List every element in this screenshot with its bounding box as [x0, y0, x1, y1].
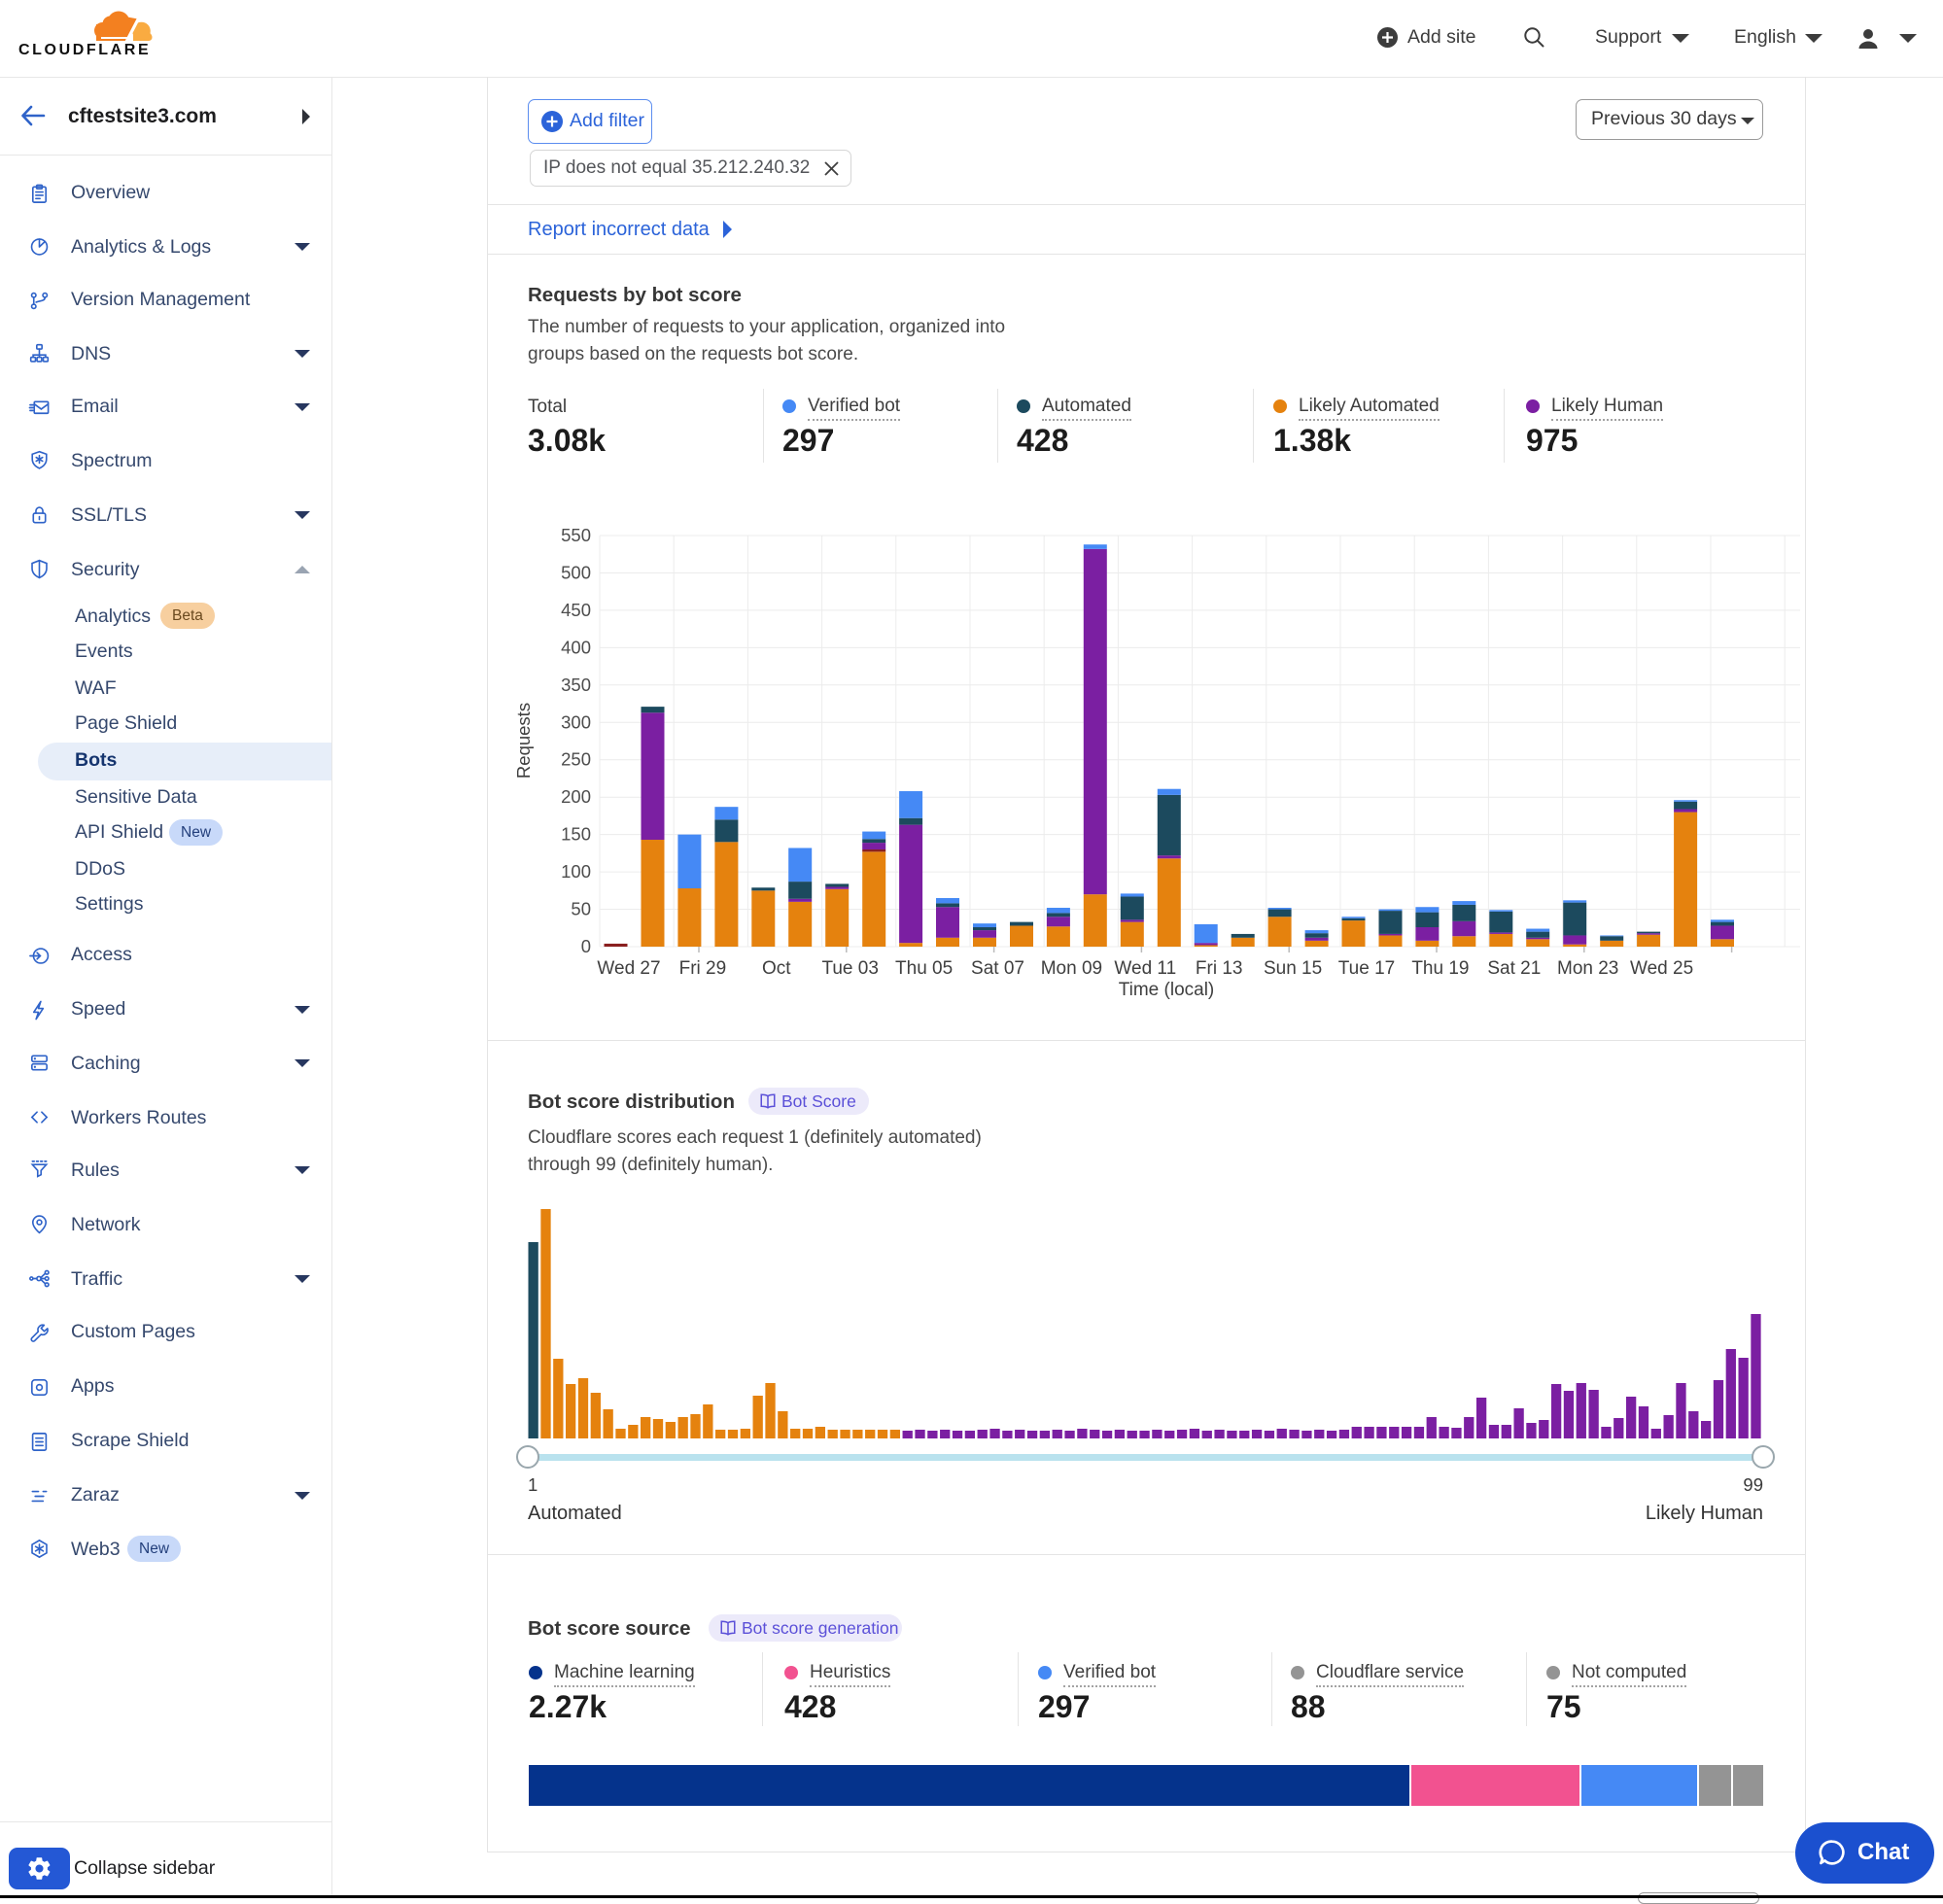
svg-text:Mon 23: Mon 23 — [1557, 958, 1618, 979]
svg-text:Requests: Requests — [513, 703, 534, 779]
svg-text:Tue 17: Tue 17 — [1338, 958, 1395, 979]
svg-text:550: 550 — [561, 525, 591, 545]
svg-text:500: 500 — [561, 563, 591, 583]
svg-text:Wed 11: Wed 11 — [1114, 958, 1176, 979]
svg-text:Fri 13: Fri 13 — [1196, 958, 1243, 979]
svg-text:Wed 25: Wed 25 — [1630, 958, 1693, 979]
svg-text:Tue 03: Tue 03 — [821, 958, 878, 979]
svg-text:Wed 27: Wed 27 — [597, 958, 660, 979]
svg-text:100: 100 — [561, 861, 591, 882]
svg-text:Oct: Oct — [762, 958, 791, 979]
svg-text:Mon 09: Mon 09 — [1041, 958, 1102, 979]
svg-text:0: 0 — [581, 936, 591, 956]
svg-text:450: 450 — [561, 600, 591, 620]
svg-text:300: 300 — [561, 711, 591, 732]
svg-text:Thu 19: Thu 19 — [1411, 958, 1469, 979]
svg-text:Fri 29: Fri 29 — [679, 958, 727, 979]
svg-text:Sat 07: Sat 07 — [971, 958, 1024, 979]
svg-text:350: 350 — [561, 675, 591, 695]
svg-text:200: 200 — [561, 786, 591, 807]
svg-text:50: 50 — [571, 899, 591, 919]
svg-text:Sun 15: Sun 15 — [1264, 958, 1322, 979]
svg-text:250: 250 — [561, 749, 591, 770]
svg-text:400: 400 — [561, 637, 591, 657]
svg-text:Thu 05: Thu 05 — [895, 958, 953, 979]
svg-text:150: 150 — [561, 824, 591, 845]
svg-text:Time (local): Time (local) — [1119, 980, 1215, 1000]
svg-text:Sat 21: Sat 21 — [1487, 958, 1541, 979]
